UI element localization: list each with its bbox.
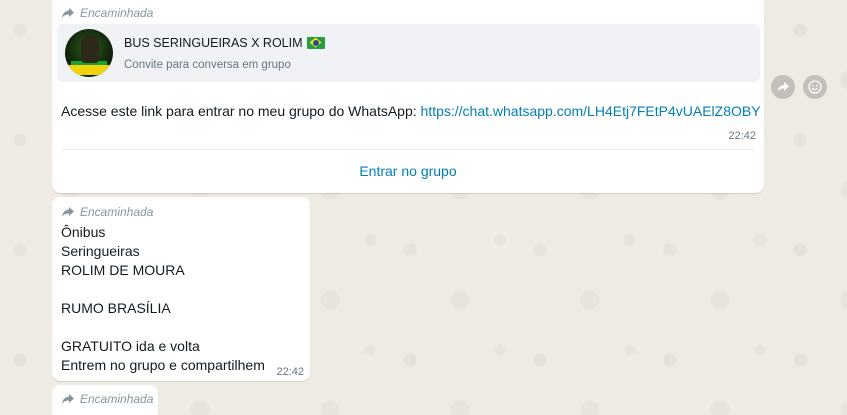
forward-arrow-icon xyxy=(62,394,74,404)
bus-message-text: Ônibus Seringueiras ROLIM DE MOURA RUMO … xyxy=(61,224,265,373)
invite-message-bubble[interactable]: Encaminhada BUS SERINGUEIRAS X ROLIM Con… xyxy=(52,0,764,193)
bus-message-bubble[interactable]: Encaminhada Ônibus Seringueiras ROLIM DE… xyxy=(52,197,310,381)
join-group-button[interactable]: Entrar no grupo xyxy=(52,163,764,179)
group-invite-subtitle: Convite para conversa em grupo xyxy=(124,58,291,71)
action-divider xyxy=(62,149,754,150)
forwarded-indicator: Encaminhada xyxy=(61,205,153,219)
forward-arrow-icon xyxy=(62,8,74,18)
forwarded-indicator: Encaminhada xyxy=(61,6,153,20)
invite-message-text: Acesse este link para entrar no meu grup… xyxy=(61,102,761,121)
forwarded-label: Encaminhada xyxy=(80,6,154,20)
emoji-reaction-button[interactable] xyxy=(803,75,827,99)
group-name: BUS SERINGUEIRAS X ROLIM xyxy=(124,35,303,50)
message-timestamp: 22:42 xyxy=(276,366,304,378)
forward-arrow-icon xyxy=(62,207,74,217)
invite-text-prefix: Acesse este link para entrar no meu grup… xyxy=(61,103,421,119)
third-message-bubble[interactable]: Encaminhada xyxy=(52,385,158,415)
group-invite-preview[interactable]: BUS SERINGUEIRAS X ROLIM Convite para co… xyxy=(57,24,760,82)
forwarded-indicator: Encaminhada xyxy=(61,392,153,406)
share-icon xyxy=(777,82,789,92)
message-timestamp: 22:42 xyxy=(728,130,756,142)
share-button[interactable] xyxy=(771,75,795,99)
brazil-flag-icon xyxy=(306,36,325,49)
forwarded-label: Encaminhada xyxy=(80,205,154,219)
invite-link[interactable]: https://chat.whatsapp.com/LH4Etj7FEtP4vU… xyxy=(421,103,761,119)
forwarded-label: Encaminhada xyxy=(80,392,154,406)
emoji-icon xyxy=(808,80,822,94)
group-avatar xyxy=(65,29,113,77)
